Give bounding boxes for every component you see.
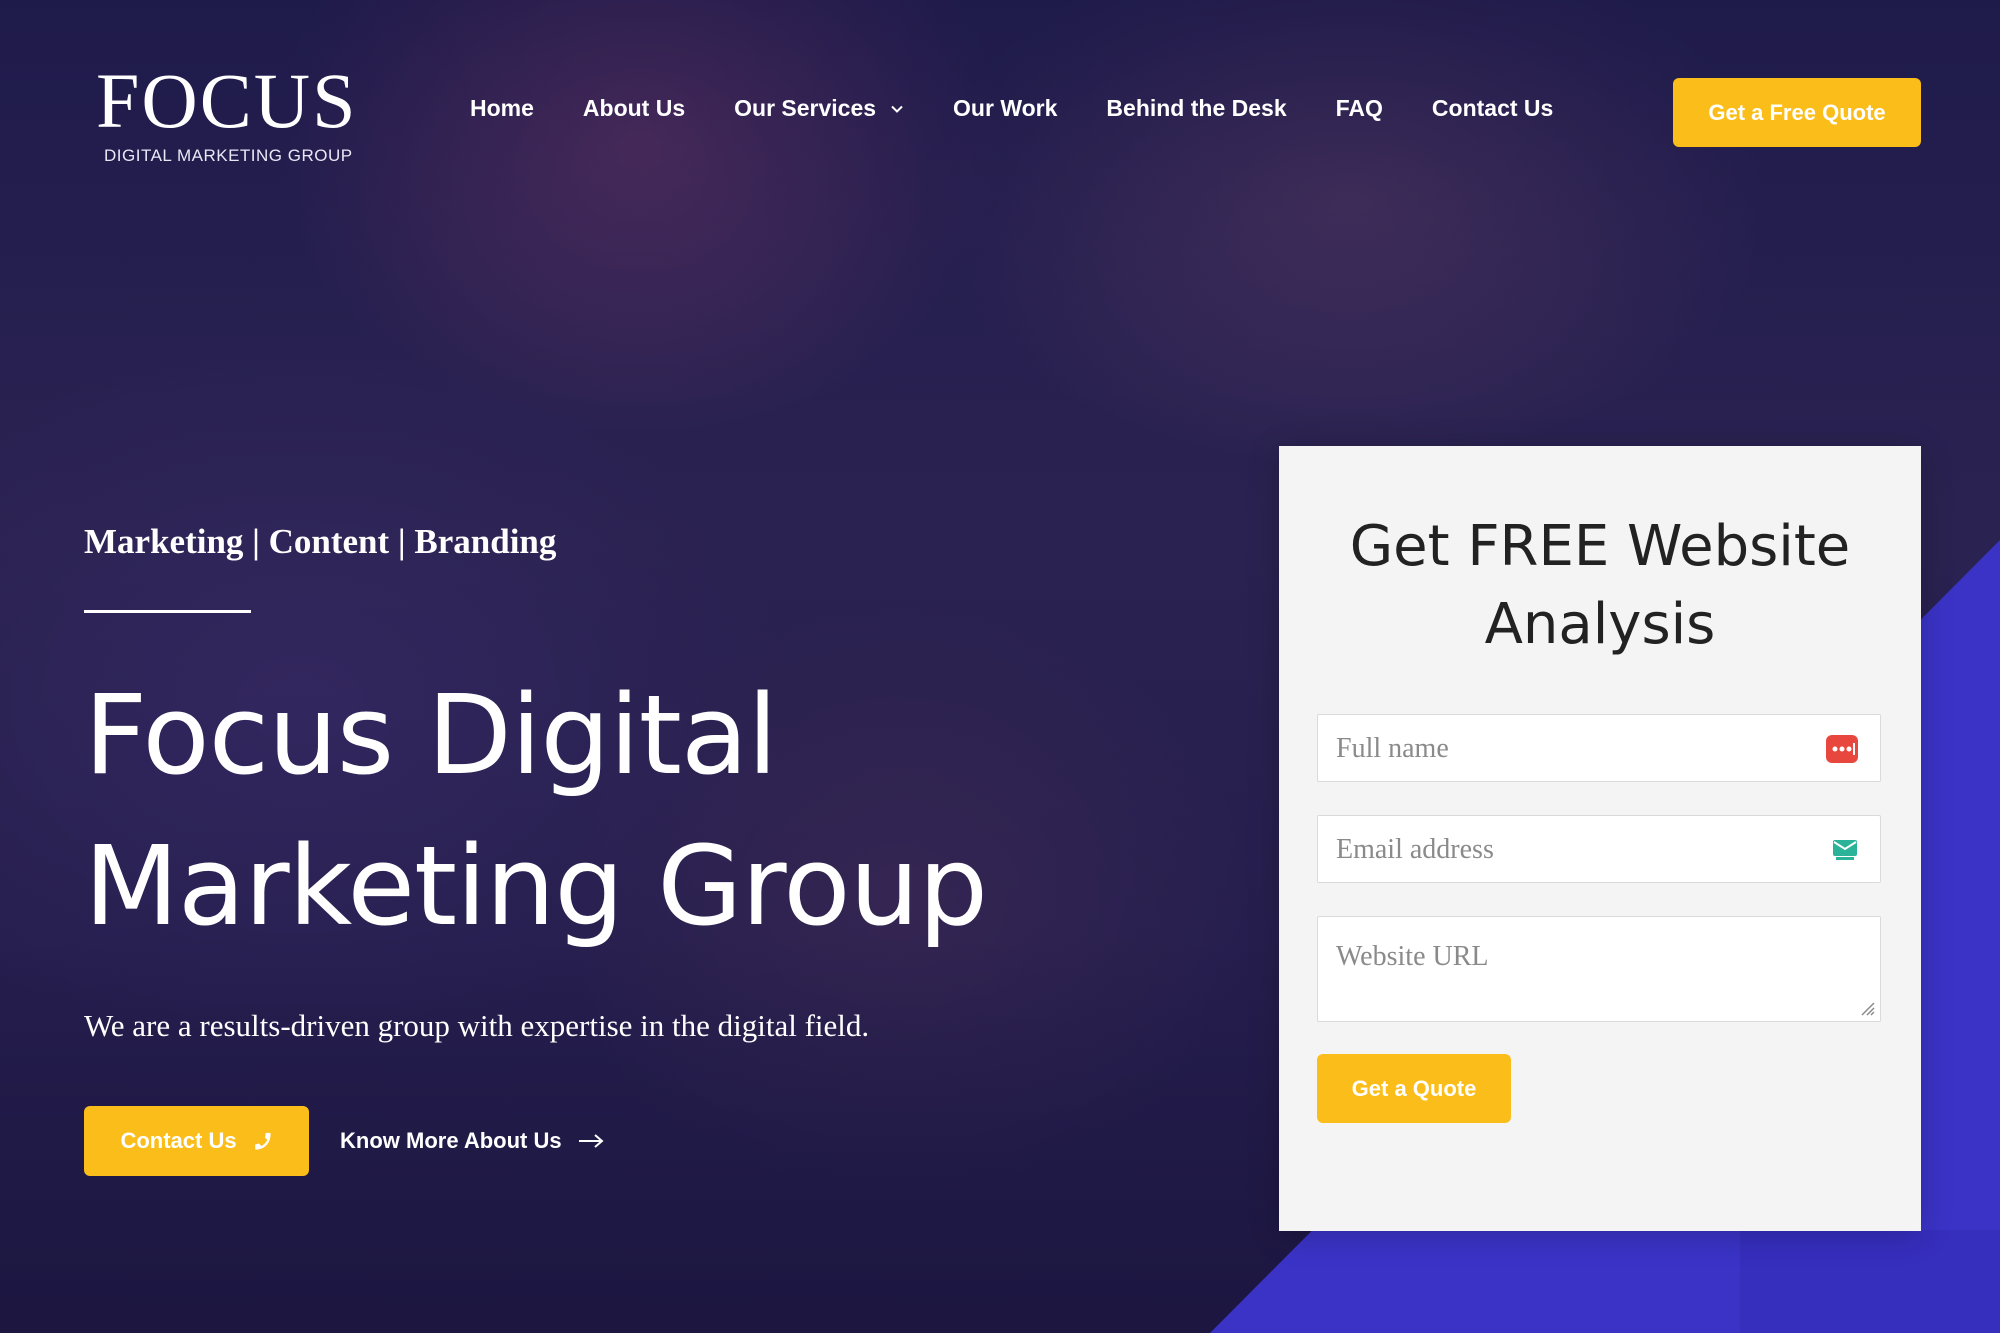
nav-item-label: About Us	[582, 95, 686, 121]
resize-handle-icon[interactable]	[1856, 997, 1876, 1017]
email-address-field[interactable]: Email address	[1317, 815, 1881, 883]
full-name-field[interactable]: Full name	[1317, 714, 1881, 782]
full-name-placeholder: Full name	[1336, 733, 1449, 764]
email-autofill-icon[interactable]	[1832, 836, 1858, 862]
website-url-placeholder: Website URL	[1336, 941, 1489, 972]
know-more-label: Know More About Us	[340, 1128, 562, 1153]
nav-item-label: Our Services	[734, 95, 877, 121]
email-address-placeholder: Email address	[1336, 834, 1494, 865]
nav-item-our-work[interactable]: Our Work	[953, 95, 1057, 122]
arrow-right-icon	[578, 1134, 604, 1148]
nav-item-home[interactable]: Home	[470, 95, 534, 122]
nav-item-about-us[interactable]: About Us	[583, 95, 685, 122]
contact-us-button-label: Contact Us	[120, 1128, 237, 1153]
nav-item-label: Our Work	[953, 95, 1058, 121]
hero-description: We are a results-driven group with exper…	[84, 1008, 870, 1043]
logo-wordmark: FOCUS	[96, 57, 358, 144]
hero-title: Focus Digital Marketing Group	[84, 660, 1184, 962]
hero-title-line-2: Marketing Group	[84, 822, 988, 950]
chevron-down-icon	[891, 105, 903, 113]
nav-item-label: Contact Us	[1431, 95, 1554, 121]
nav-item-our-services[interactable]: Our Services	[734, 95, 904, 122]
nav-item-behind-the-desk[interactable]: Behind the Desk	[1106, 95, 1286, 122]
logo-subtitle: DIGITAL MARKETING GROUP	[104, 146, 353, 165]
nav-item-faq[interactable]: FAQ	[1336, 95, 1383, 122]
password-manager-icon[interactable]	[1826, 735, 1858, 763]
main-navigation: Home About Us Our Services Our Work Behi…	[470, 95, 1602, 122]
get-free-quote-button[interactable]: Get a Free Quote	[1673, 78, 1921, 147]
website-url-field[interactable]: Website URL	[1317, 916, 1881, 1022]
nav-item-label: Behind the Desk	[1106, 95, 1287, 121]
form-title-line-1: Get FREE Website	[1349, 514, 1851, 579]
hero-tagline: Marketing | Content | Branding	[84, 522, 557, 561]
form-title: Get FREE Website Analysis	[1279, 508, 1921, 664]
nav-item-contact-us[interactable]: Contact Us	[1432, 95, 1553, 122]
nav-item-label: FAQ	[1335, 95, 1383, 121]
nav-item-label: Home	[470, 95, 534, 121]
hero-divider	[84, 610, 251, 613]
form-title-line-2: Analysis	[1484, 592, 1716, 657]
site-logo[interactable]: FOCUS DIGITAL MARKETING GROUP	[96, 62, 381, 166]
know-more-about-us-link[interactable]: Know More About Us	[340, 1128, 604, 1154]
hero-title-line-1: Focus Digital	[84, 671, 778, 799]
phone-icon	[254, 1132, 271, 1150]
get-a-quote-button[interactable]: Get a Quote	[1317, 1054, 1511, 1123]
contact-us-button[interactable]: Contact Us	[84, 1106, 309, 1176]
website-analysis-form: Get FREE Website Analysis Full name Emai…	[1279, 446, 1921, 1231]
